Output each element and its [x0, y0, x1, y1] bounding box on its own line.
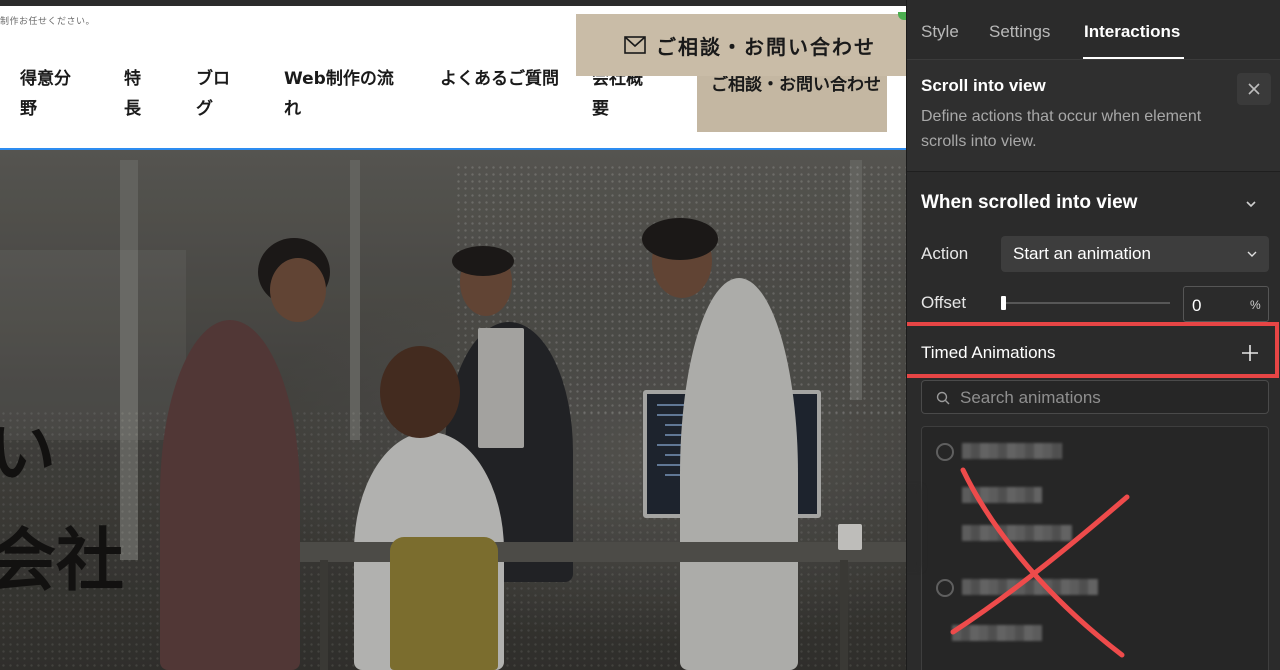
contact-button-label: ご相談・お問い合わせ — [656, 34, 876, 59]
action-select-value: Start an animation — [1013, 244, 1151, 263]
active-tab-indicator — [1083, 57, 1184, 59]
panel-tabs: Style Settings Interactions — [907, 0, 1280, 60]
interactions-panel: Style Settings Interactions Scroll into … — [906, 0, 1280, 670]
redaction-smudge — [907, 488, 921, 568]
redacted-label — [952, 625, 1042, 641]
list-item[interactable] — [922, 431, 1268, 471]
list-item[interactable] — [922, 613, 1268, 653]
action-select[interactable]: Start an animation — [1001, 236, 1269, 272]
trigger-title: Scroll into view — [921, 76, 1046, 95]
trigger-card: Scroll into view Define actions that occ… — [907, 60, 1280, 172]
offset-label: Offset — [921, 293, 967, 312]
list-item[interactable] — [922, 475, 1268, 515]
offset-slider-thumb[interactable] — [1001, 296, 1006, 310]
nav-link-faq[interactable]: よくあるご質問 — [440, 64, 560, 94]
hero-photo: い 会社 — [0, 150, 906, 670]
animation-list[interactable] — [921, 426, 1269, 670]
nav-link-specialties[interactable]: 得意分野 — [20, 64, 84, 124]
nav-link-blog[interactable]: ブログ — [196, 64, 240, 124]
tab-style[interactable]: Style — [921, 22, 959, 42]
timed-animations-label: Timed Animations — [921, 343, 1056, 362]
hero-heading-line2: 会社 — [0, 522, 125, 601]
close-button[interactable] — [1237, 73, 1271, 105]
tab-settings[interactable]: Settings — [989, 22, 1050, 42]
section-title[interactable]: When scrolled into view — [921, 192, 1137, 214]
redacted-label — [962, 525, 1072, 541]
nav-link-workflow[interactable]: Web制作の流れ — [284, 64, 404, 124]
chevron-down-icon — [1247, 251, 1257, 257]
offset-value: 0 — [1192, 296, 1202, 315]
nav-link-features[interactable]: 特長 — [124, 64, 146, 124]
chevron-down-icon[interactable] — [1243, 196, 1259, 212]
radio-button[interactable] — [936, 579, 954, 597]
close-icon — [1248, 83, 1260, 95]
search-placeholder: Search animations — [960, 388, 1101, 407]
tab-interactions[interactable]: Interactions — [1084, 22, 1180, 42]
plus-icon[interactable] — [1240, 343, 1260, 363]
mail-icon — [624, 36, 646, 54]
hero-heading-line1: い — [0, 414, 57, 493]
contact-button[interactable]: ご相談・お問い合わせ — [576, 14, 906, 76]
search-icon — [936, 391, 950, 405]
action-label: Action — [921, 244, 969, 263]
redacted-label — [962, 579, 1098, 595]
redacted-label — [962, 487, 1042, 503]
hero-overlay — [0, 150, 906, 670]
offset-unit: % — [1250, 298, 1261, 312]
list-item[interactable] — [922, 567, 1268, 607]
list-item[interactable] — [922, 513, 1268, 553]
header-tagline: 制作お任せください。 — [0, 17, 96, 27]
trigger-description: Define actions that occur when element s… — [921, 108, 1202, 150]
radio-button[interactable] — [936, 443, 954, 461]
offset-slider-track[interactable] — [1003, 302, 1170, 304]
offset-input[interactable]: 0 % — [1183, 286, 1269, 322]
redacted-label — [962, 443, 1062, 459]
design-canvas[interactable]: い 会社 制作お任せください。 得意分野 特長 ブログ Web制作の流れ よくあ… — [0, 0, 906, 670]
site-header[interactable]: 制作お任せください。 得意分野 特長 ブログ Web制作の流れ よくあるご質問 … — [0, 0, 906, 150]
animation-search[interactable]: Search animations — [921, 380, 1269, 414]
